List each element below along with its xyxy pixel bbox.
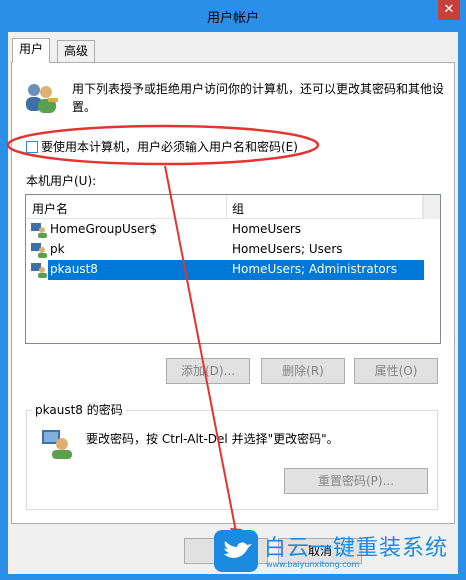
user-icon xyxy=(31,223,47,238)
description-text: 用下列表授予或拒绝用户访问你的计算机，还可以更改其密码和其他设置。 xyxy=(72,82,445,114)
table-row[interactable]: HomeGroupUser$ HomeUsers xyxy=(26,220,440,240)
local-users-label: 本机用户(U): xyxy=(26,174,97,188)
window-frame-right xyxy=(458,32,466,580)
user-name: pk xyxy=(50,242,65,256)
column-header-username[interactable]: 用户名 xyxy=(32,200,68,217)
password-group-title: pkaust8 的密码 xyxy=(32,401,126,418)
column-divider[interactable] xyxy=(226,195,227,218)
tab-users[interactable]: 用户 xyxy=(12,38,51,63)
properties-button[interactable]: 属性(O) xyxy=(354,358,438,384)
user-icon xyxy=(31,243,47,258)
add-user-button[interactable]: 添加(D)... xyxy=(166,358,250,384)
tab-advanced[interactable]: 高级 xyxy=(57,40,96,62)
users-listview[interactable]: 用户名 组 HomeGroupUser$ HomeUsers pk HomeUs… xyxy=(25,194,441,344)
password-instruction: 要改密码，按 Ctrl-Alt-Del 并选择"更改密码"。 xyxy=(86,432,339,446)
user-name: pkaust8 xyxy=(50,262,98,276)
user-group: HomeUsers xyxy=(232,222,302,236)
column-header-group[interactable]: 组 xyxy=(232,200,244,217)
bird-icon xyxy=(224,541,252,558)
watermark-title: 白云一键重装系统 xyxy=(264,536,449,561)
title-bar: 用户帐户 ✕ xyxy=(0,0,466,32)
listview-scrollbar-corner xyxy=(423,195,440,219)
watermark: 白云一键重装系统 www.baiyunxitong.com xyxy=(210,528,460,574)
require-password-row[interactable]: 要使用本计算机，用户必须输入用户名和密码(E) xyxy=(26,138,298,155)
window-frame-bottom xyxy=(0,574,466,580)
password-groupbox xyxy=(26,410,438,510)
close-button[interactable]: ✕ xyxy=(438,0,460,20)
window-title: 用户帐户 xyxy=(206,11,259,26)
watermark-url: www.baiyunxitong.com xyxy=(266,560,360,569)
watermark-logo xyxy=(214,530,258,572)
table-row[interactable]: pkaust8 HomeUsers; Administrators xyxy=(26,260,440,280)
user-group: HomeUsers; Administrators xyxy=(232,262,397,276)
table-row[interactable]: pk HomeUsers; Users xyxy=(26,240,440,260)
window-frame-left xyxy=(0,32,8,580)
require-password-label: 要使用本计算机，用户必须输入用户名和密码(E) xyxy=(41,140,298,154)
remove-user-button[interactable]: 删除(R) xyxy=(261,358,345,384)
user-icon xyxy=(31,263,47,278)
require-password-checkbox[interactable] xyxy=(26,140,38,153)
users-icon xyxy=(26,84,58,113)
listview-header: 用户名 组 xyxy=(26,195,440,219)
user-name: HomeGroupUser$ xyxy=(50,222,157,236)
reset-password-button[interactable]: 重置密码(P)... xyxy=(284,468,428,494)
user-key-icon xyxy=(42,430,72,459)
user-group: HomeUsers; Users xyxy=(232,242,343,256)
